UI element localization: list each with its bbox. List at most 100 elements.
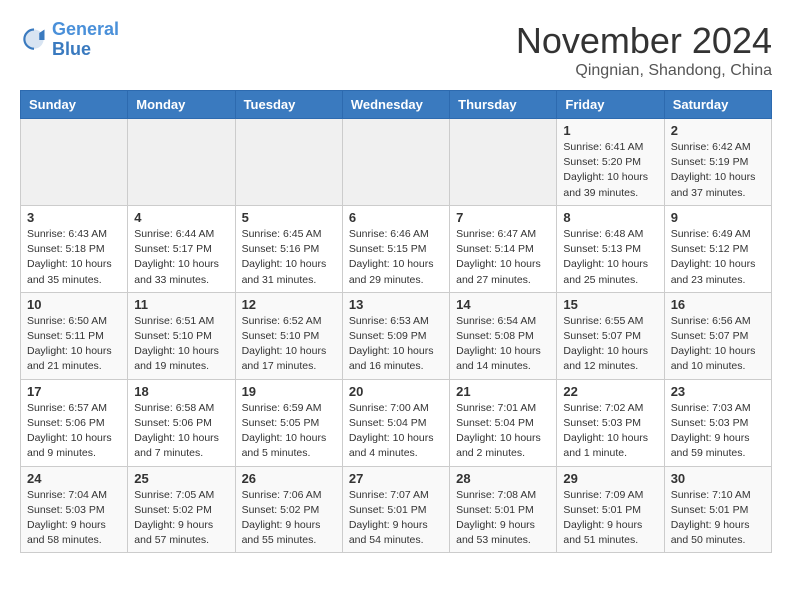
logo-icon [20,26,48,54]
calendar-header-sunday: Sunday [21,91,128,119]
day-number: 11 [134,297,228,312]
day-info: Sunrise: 7:01 AM Sunset: 5:04 PM Dayligh… [456,401,550,462]
calendar-cell: 27 Sunrise: 7:07 AM Sunset: 5:01 PM Dayli… [342,466,449,553]
calendar-cell: 28 Sunrise: 7:08 AM Sunset: 5:01 PM Dayli… [450,466,557,553]
calendar: SundayMondayTuesdayWednesdayThursdayFrid… [20,90,772,553]
logo-line1: General [52,19,119,39]
day-number: 4 [134,210,228,225]
calendar-cell: 2 Sunrise: 6:42 AM Sunset: 5:19 PM Daylig… [664,119,771,206]
calendar-cell: 5 Sunrise: 6:45 AM Sunset: 5:16 PM Daylig… [235,205,342,292]
day-number: 5 [242,210,336,225]
calendar-cell: 1 Sunrise: 6:41 AM Sunset: 5:20 PM Daylig… [557,119,664,206]
day-info: Sunrise: 6:42 AM Sunset: 5:19 PM Dayligh… [671,140,765,201]
page-header: General Blue November 2024 Qingnian, Sha… [20,20,772,80]
calendar-cell: 20 Sunrise: 7:00 AM Sunset: 5:04 PM Dayli… [342,379,449,466]
day-number: 17 [27,384,121,399]
day-info: Sunrise: 6:59 AM Sunset: 5:05 PM Dayligh… [242,401,336,462]
calendar-cell [21,119,128,206]
calendar-cell: 10 Sunrise: 6:50 AM Sunset: 5:11 PM Dayli… [21,292,128,379]
calendar-cell: 18Sunrise: 6:58 AM Sunset: 5:06 PM Dayli… [128,379,235,466]
day-number: 8 [563,210,657,225]
calendar-week-1: 3Sunrise: 6:43 AM Sunset: 5:18 PM Daylig… [21,205,772,292]
subtitle: Qingnian, Shandong, China [516,62,772,80]
calendar-cell: 9 Sunrise: 6:49 AM Sunset: 5:12 PM Daylig… [664,205,771,292]
day-info: Sunrise: 7:05 AM Sunset: 5:02 PM Dayligh… [134,488,228,549]
day-info: Sunrise: 6:45 AM Sunset: 5:16 PM Dayligh… [242,227,336,288]
calendar-cell: 7 Sunrise: 6:47 AM Sunset: 5:14 PM Daylig… [450,205,557,292]
calendar-cell: 6Sunrise: 6:46 AM Sunset: 5:15 PM Daylig… [342,205,449,292]
day-info: Sunrise: 6:48 AM Sunset: 5:13 PM Dayligh… [563,227,657,288]
day-number: 6 [349,210,443,225]
day-number: 1 [563,123,657,138]
day-info: Sunrise: 6:53 AM Sunset: 5:09 PM Dayligh… [349,314,443,375]
day-info: Sunrise: 6:50 AM Sunset: 5:11 PM Dayligh… [27,314,121,375]
day-info: Sunrise: 6:49 AM Sunset: 5:12 PM Dayligh… [671,227,765,288]
day-number: 21 [456,384,550,399]
day-info: Sunrise: 6:41 AM Sunset: 5:20 PM Dayligh… [563,140,657,201]
calendar-week-4: 24 Sunrise: 7:04 AM Sunset: 5:03 PM Dayli… [21,466,772,553]
day-info: Sunrise: 7:07 AM Sunset: 5:01 PM Dayligh… [349,488,443,549]
day-number: 2 [671,123,765,138]
day-number: 10 [27,297,121,312]
day-info: Sunrise: 6:51 AM Sunset: 5:10 PM Dayligh… [134,314,228,375]
day-number: 29 [563,471,657,486]
day-number: 19 [242,384,336,399]
month-title: November 2024 [516,20,772,62]
calendar-cell: 26 Sunrise: 7:06 AM Sunset: 5:02 PM Dayli… [235,466,342,553]
day-info: Sunrise: 7:08 AM Sunset: 5:01 PM Dayligh… [456,488,550,549]
calendar-week-0: 1 Sunrise: 6:41 AM Sunset: 5:20 PM Daylig… [21,119,772,206]
day-info: Sunrise: 7:00 AM Sunset: 5:04 PM Dayligh… [349,401,443,462]
calendar-cell [235,119,342,206]
day-info: Sunrise: 7:04 AM Sunset: 5:03 PM Dayligh… [27,488,121,549]
calendar-header-saturday: Saturday [664,91,771,119]
day-number: 27 [349,471,443,486]
day-info: Sunrise: 6:56 AM Sunset: 5:07 PM Dayligh… [671,314,765,375]
calendar-cell: 19 Sunrise: 6:59 AM Sunset: 5:05 PM Dayli… [235,379,342,466]
calendar-cell: 24 Sunrise: 7:04 AM Sunset: 5:03 PM Dayli… [21,466,128,553]
calendar-header-friday: Friday [557,91,664,119]
calendar-header-thursday: Thursday [450,91,557,119]
day-number: 26 [242,471,336,486]
calendar-cell: 22Sunrise: 7:02 AM Sunset: 5:03 PM Dayli… [557,379,664,466]
calendar-cell: 16 Sunrise: 6:56 AM Sunset: 5:07 PM Dayli… [664,292,771,379]
day-number: 16 [671,297,765,312]
calendar-header-tuesday: Tuesday [235,91,342,119]
logo-line2: Blue [52,39,91,59]
day-info: Sunrise: 7:06 AM Sunset: 5:02 PM Dayligh… [242,488,336,549]
calendar-cell: 25 Sunrise: 7:05 AM Sunset: 5:02 PM Dayli… [128,466,235,553]
calendar-header-wednesday: Wednesday [342,91,449,119]
day-number: 25 [134,471,228,486]
calendar-cell: 3Sunrise: 6:43 AM Sunset: 5:18 PM Daylig… [21,205,128,292]
day-number: 28 [456,471,550,486]
calendar-cell: 30Sunrise: 7:10 AM Sunset: 5:01 PM Dayli… [664,466,771,553]
day-number: 7 [456,210,550,225]
day-info: Sunrise: 6:54 AM Sunset: 5:08 PM Dayligh… [456,314,550,375]
day-number: 20 [349,384,443,399]
day-number: 24 [27,471,121,486]
day-info: Sunrise: 7:10 AM Sunset: 5:01 PM Dayligh… [671,488,765,549]
day-number: 18 [134,384,228,399]
day-number: 14 [456,297,550,312]
day-info: Sunrise: 7:03 AM Sunset: 5:03 PM Dayligh… [671,401,765,462]
calendar-cell: 17 Sunrise: 6:57 AM Sunset: 5:06 PM Dayli… [21,379,128,466]
calendar-week-2: 10 Sunrise: 6:50 AM Sunset: 5:11 PM Dayli… [21,292,772,379]
calendar-cell [128,119,235,206]
day-info: Sunrise: 6:55 AM Sunset: 5:07 PM Dayligh… [563,314,657,375]
calendar-cell: 4Sunrise: 6:44 AM Sunset: 5:17 PM Daylig… [128,205,235,292]
day-number: 9 [671,210,765,225]
day-number: 13 [349,297,443,312]
calendar-cell: 23Sunrise: 7:03 AM Sunset: 5:03 PM Dayli… [664,379,771,466]
day-info: Sunrise: 6:47 AM Sunset: 5:14 PM Dayligh… [456,227,550,288]
day-info: Sunrise: 7:09 AM Sunset: 5:01 PM Dayligh… [563,488,657,549]
calendar-cell: 12 Sunrise: 6:52 AM Sunset: 5:10 PM Dayli… [235,292,342,379]
logo-text: General Blue [52,20,119,60]
calendar-header-monday: Monday [128,91,235,119]
calendar-header-row: SundayMondayTuesdayWednesdayThursdayFrid… [21,91,772,119]
calendar-cell: 15Sunrise: 6:55 AM Sunset: 5:07 PM Dayli… [557,292,664,379]
calendar-cell: 21 Sunrise: 7:01 AM Sunset: 5:04 PM Dayli… [450,379,557,466]
title-block: November 2024 Qingnian, Shandong, China [516,20,772,80]
day-info: Sunrise: 6:57 AM Sunset: 5:06 PM Dayligh… [27,401,121,462]
day-number: 22 [563,384,657,399]
day-info: Sunrise: 6:52 AM Sunset: 5:10 PM Dayligh… [242,314,336,375]
day-number: 12 [242,297,336,312]
